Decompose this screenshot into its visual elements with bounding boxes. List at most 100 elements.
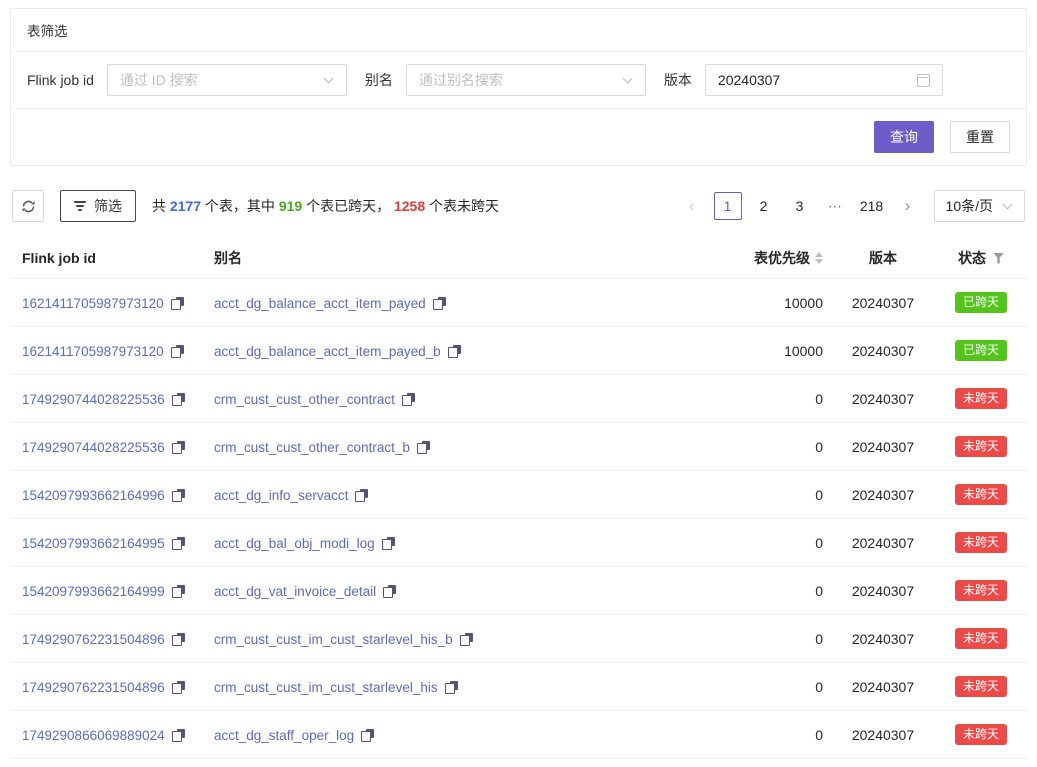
priority-cell: 0: [711, 615, 831, 663]
copy-icon[interactable]: [433, 297, 446, 310]
summary-segment: 个表，其中: [201, 198, 279, 214]
filter-lines-icon: [74, 201, 86, 211]
total-count: 2177: [170, 198, 201, 214]
page-button-1[interactable]: 1: [714, 192, 742, 220]
copy-icon[interactable]: [417, 441, 430, 454]
filter-toggle-label: 筛选: [94, 196, 122, 216]
priority-cell: 0: [711, 519, 831, 567]
copy-icon[interactable]: [172, 441, 185, 454]
version-cell: 20240307: [831, 327, 935, 375]
filter-toggle-button[interactable]: 筛选: [60, 190, 136, 222]
alias-link[interactable]: crm_cust_cust_other_contract_b: [214, 440, 410, 455]
uncrossed-count: 1258: [394, 198, 425, 214]
flink-job-id-link[interactable]: 1542097993662164996: [22, 488, 165, 503]
sort-icon[interactable]: [815, 252, 823, 264]
flink-job-id-link[interactable]: 1749290762231504896: [22, 680, 165, 695]
table-row: 1542097993662164999 acct_dg_vat_invoice_d…: [10, 567, 1027, 615]
copy-icon[interactable]: [172, 537, 185, 550]
table-row: 1621411705987973120 acct_dg_balance_acct_…: [10, 279, 1027, 327]
flink-job-id-link[interactable]: 1749290762231504896: [22, 632, 165, 647]
alias-select[interactable]: 通过别名搜索: [406, 64, 646, 96]
copy-icon[interactable]: [171, 297, 184, 310]
version-date-input[interactable]: 20240307: [705, 64, 943, 96]
priority-cell: 10000: [711, 279, 831, 327]
status-badge: 未跨天: [955, 580, 1007, 601]
table-row: 1749290744028225536 crm_cust_cust_other_c…: [10, 423, 1027, 471]
alias-link[interactable]: acct_dg_balance_acct_item_payed: [214, 296, 426, 311]
next-page-button[interactable]: ›: [894, 192, 922, 220]
priority-cell: 0: [711, 423, 831, 471]
alias-label: 别名: [365, 70, 393, 90]
chevron-down-icon: [1003, 201, 1013, 211]
flink-job-id-link[interactable]: 1749290744028225536: [22, 392, 165, 407]
copy-icon[interactable]: [382, 537, 395, 550]
alias-link[interactable]: crm_cust_cust_im_cust_starlevel_his: [214, 680, 438, 695]
page-button-218[interactable]: 218: [858, 192, 886, 220]
priority-cell: 0: [711, 711, 831, 759]
table-header-row: Flink job id 别名 表优先级 版本 状态: [10, 238, 1027, 279]
filter-footer: 查询 重置: [11, 108, 1026, 165]
flink-job-id-link[interactable]: 1621411705987973120: [22, 344, 164, 359]
copy-icon[interactable]: [448, 345, 461, 358]
flink-job-id-select[interactable]: 通过 ID 搜索: [107, 64, 347, 96]
col-header-alias: 别名: [206, 238, 711, 279]
copy-icon[interactable]: [172, 729, 185, 742]
page: 表筛选 Flink job id 通过 ID 搜索 别名 通过别名搜索 版本 2…: [0, 0, 1037, 767]
col-header-label: 表优先级: [754, 248, 810, 268]
table-row: 1749290762231504896 crm_cust_cust_im_cust…: [10, 615, 1027, 663]
copy-icon[interactable]: [172, 393, 185, 406]
flink-job-id-link[interactable]: 1749290866069889024: [22, 728, 165, 743]
copy-icon[interactable]: [383, 585, 396, 598]
alias-link[interactable]: acct_dg_balance_acct_item_payed_b: [214, 344, 441, 359]
flink-job-id-link[interactable]: 1749290744028225536: [22, 440, 165, 455]
alias-link[interactable]: acct_dg_vat_invoice_detail: [214, 584, 376, 599]
copy-icon[interactable]: [361, 729, 374, 742]
copy-icon[interactable]: [172, 585, 185, 598]
alias-link[interactable]: acct_dg_staff_oper_log: [214, 728, 354, 743]
query-button[interactable]: 查询: [874, 121, 934, 153]
flink-job-id-link[interactable]: 1621411705987973120: [22, 296, 164, 311]
priority-cell: 10000: [711, 327, 831, 375]
copy-icon[interactable]: [172, 633, 185, 646]
status-badge: 未跨天: [955, 724, 1007, 745]
copy-icon[interactable]: [355, 489, 368, 502]
page-size-select[interactable]: 10条/页: [934, 190, 1025, 222]
flink-job-id-label: Flink job id: [27, 72, 94, 88]
page-ellipsis[interactable]: ⋯: [822, 192, 850, 220]
summary-segment: 共: [152, 198, 170, 214]
copy-icon[interactable]: [172, 681, 185, 694]
version-cell: 20240307: [831, 663, 935, 711]
table-row: 1542097993662164996 acct_dg_info_servacct…: [10, 471, 1027, 519]
priority-cell: 0: [711, 663, 831, 711]
pagination: ‹ 123 ⋯ 218 › 10条/页: [678, 190, 1025, 222]
version-cell: 20240307: [831, 615, 935, 663]
alias-link[interactable]: acct_dg_bal_obj_modi_log: [214, 536, 375, 551]
filter-funnel-icon[interactable]: [993, 253, 1004, 264]
page-button-2[interactable]: 2: [750, 192, 778, 220]
alias-link[interactable]: acct_dg_info_servacct: [214, 488, 348, 503]
flink-job-id-placeholder: 通过 ID 搜索: [120, 70, 198, 90]
table-wrap: Flink job id 别名 表优先级 版本 状态 1621411705987…: [10, 238, 1027, 759]
status-badge: 未跨天: [955, 628, 1007, 649]
copy-icon[interactable]: [172, 489, 185, 502]
col-header-label: 别名: [214, 250, 242, 266]
summary-segment: 个表已跨天，: [302, 198, 394, 214]
flink-job-id-link[interactable]: 1542097993662164995: [22, 536, 165, 551]
copy-icon[interactable]: [171, 345, 184, 358]
prev-page-button[interactable]: ‹: [678, 192, 706, 220]
flink-job-id-link[interactable]: 1542097993662164999: [22, 584, 165, 599]
alias-link[interactable]: crm_cust_cust_im_cust_starlevel_his_b: [214, 632, 453, 647]
refresh-button[interactable]: [12, 190, 44, 222]
col-header-label: 版本: [869, 250, 897, 266]
copy-icon[interactable]: [460, 633, 473, 646]
chevron-down-icon: [324, 75, 334, 85]
copy-icon[interactable]: [445, 681, 458, 694]
page-button-3[interactable]: 3: [786, 192, 814, 220]
alias-link[interactable]: crm_cust_cust_other_contract: [214, 392, 395, 407]
reset-button[interactable]: 重置: [950, 121, 1010, 153]
version-cell: 20240307: [831, 567, 935, 615]
page-size-value: 10条/页: [946, 196, 993, 216]
status-badge: 未跨天: [955, 436, 1007, 457]
copy-icon[interactable]: [402, 393, 415, 406]
col-header-version: 版本: [831, 238, 935, 279]
